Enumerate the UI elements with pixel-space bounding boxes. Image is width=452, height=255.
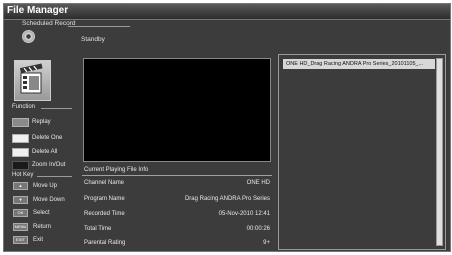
info-key: Program Name bbox=[84, 196, 125, 202]
delete-all-button[interactable]: Delete All bbox=[12, 148, 74, 158]
hotkey-label: Hot Key bbox=[12, 172, 34, 178]
info-value: 00:00:26 bbox=[246, 226, 270, 232]
zoom-label: Zoom In/Out bbox=[32, 162, 66, 168]
scheduled-divider bbox=[68, 26, 130, 27]
exit-label: Exit bbox=[33, 237, 44, 243]
info-value: 9+ bbox=[263, 240, 270, 246]
zoom-key bbox=[12, 161, 29, 170]
return-label: Return bbox=[33, 224, 52, 230]
info-value: ONE HD bbox=[246, 180, 270, 186]
info-row-channel: Channel Name ONE HD bbox=[84, 180, 270, 189]
exit-key-icon: EXIT bbox=[13, 236, 28, 244]
info-value: 05-Nov-2010 12:41 bbox=[218, 211, 270, 217]
info-key: Parental Rating bbox=[84, 240, 126, 246]
scheduled-status: Standby bbox=[81, 36, 105, 43]
up-arrow-icon: ▲ bbox=[13, 182, 28, 190]
delete-all-key bbox=[12, 148, 29, 157]
app-title: File Manager bbox=[7, 5, 69, 16]
ok-key-icon: OK bbox=[13, 209, 28, 217]
info-divider bbox=[82, 175, 272, 176]
file-list-scrollbar[interactable] bbox=[436, 58, 443, 246]
menu-key-icon: MENU bbox=[13, 223, 28, 231]
info-row-program: Program Name Drag Racing ANDRA Pro Serie… bbox=[84, 196, 270, 205]
file-manager-window: File Manager Scheduled Record Standby Fu… bbox=[3, 3, 451, 252]
info-key: Channel Name bbox=[84, 180, 125, 186]
file-list-item[interactable]: ONE HD_Drag Racing ANDRA Pro Series_2010… bbox=[283, 59, 435, 69]
info-row-recorded: Recorded Time 05-Nov-2010 12:41 bbox=[84, 211, 270, 220]
info-key: Total Time bbox=[84, 226, 112, 232]
function-label: Function bbox=[12, 104, 36, 110]
scroll-thumb[interactable] bbox=[437, 59, 442, 245]
disc-icon bbox=[22, 30, 35, 43]
hotkey-move-down[interactable]: ▼ Move Down bbox=[13, 196, 77, 206]
delete-all-label: Delete All bbox=[32, 149, 58, 155]
hotkey-return[interactable]: MENU Return bbox=[13, 223, 77, 233]
delete-one-button[interactable]: Delete One bbox=[12, 134, 74, 144]
file-list-panel: ONE HD_Drag Racing ANDRA Pro Series_2010… bbox=[278, 54, 446, 250]
move-down-label: Move Down bbox=[33, 197, 65, 203]
info-title: Current Playing File Info bbox=[84, 167, 149, 173]
clapperboard-icon bbox=[14, 60, 51, 101]
info-row-parental: Parental Rating 9+ bbox=[84, 240, 270, 249]
function-divider bbox=[41, 108, 72, 109]
move-up-label: Move Up bbox=[33, 183, 58, 189]
delete-one-key bbox=[12, 134, 29, 143]
delete-one-label: Delete One bbox=[32, 135, 63, 141]
down-arrow-icon: ▼ bbox=[13, 196, 28, 204]
replay-button[interactable]: Replay bbox=[12, 118, 74, 128]
hotkey-select[interactable]: OK Select bbox=[13, 209, 77, 219]
video-preview bbox=[83, 58, 271, 162]
hotkey-divider bbox=[37, 176, 72, 177]
info-value: Drag Racing ANDRA Pro Series bbox=[184, 196, 270, 202]
hotkey-exit[interactable]: EXIT Exit bbox=[13, 236, 77, 246]
zoom-button[interactable]: Zoom In/Out bbox=[12, 161, 74, 171]
hotkey-move-up[interactable]: ▲ Move Up bbox=[13, 182, 77, 192]
info-key: Recorded Time bbox=[84, 211, 125, 217]
select-label: Select bbox=[33, 210, 50, 216]
replay-label: Replay bbox=[32, 119, 51, 125]
title-bar: File Manager bbox=[4, 4, 450, 20]
replay-key bbox=[12, 118, 29, 127]
info-row-total-time: Total Time 00:00:26 bbox=[84, 226, 270, 235]
